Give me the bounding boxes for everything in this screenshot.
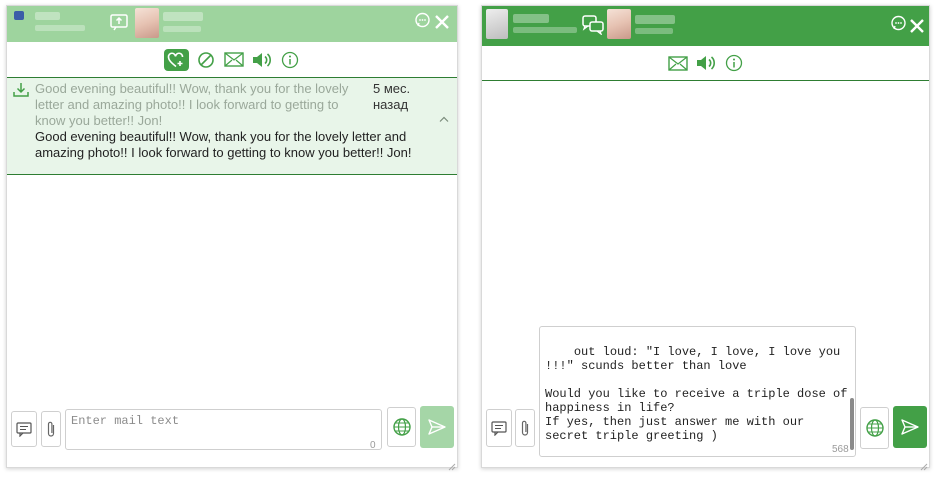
chat-window-left: Good evening beautiful!! Wow, thank you … xyxy=(6,5,458,471)
download-icon[interactable] xyxy=(12,81,30,103)
contact-status-blurred xyxy=(635,28,673,34)
comment-icon[interactable] xyxy=(890,15,907,37)
contact-name-blurred xyxy=(163,12,203,21)
mail-text-input[interactable]: Enter mail text xyxy=(65,409,382,450)
chat-window-right: out loud: "I love, I love, I love you !!… xyxy=(481,5,930,471)
mail-icon[interactable] xyxy=(223,49,245,71)
send-button[interactable] xyxy=(420,406,454,448)
message-item[interactable]: Good evening beautiful!! Wow, thank you … xyxy=(7,78,457,175)
resize-grip-icon[interactable] xyxy=(448,458,456,471)
sound-icon[interactable] xyxy=(695,52,717,74)
message-composer: Enter mail text 0 xyxy=(7,406,457,467)
close-icon[interactable] xyxy=(435,13,449,33)
attachment-icon[interactable] xyxy=(41,411,61,447)
close-icon[interactable] xyxy=(910,17,924,37)
mail-text-input[interactable]: out loud: "I love, I love, I love you !!… xyxy=(539,326,856,457)
chats-icon[interactable] xyxy=(582,15,604,40)
message-templates-icon[interactable] xyxy=(486,409,512,447)
upload-photo-icon[interactable] xyxy=(109,12,129,37)
block-icon[interactable] xyxy=(195,49,217,71)
info-icon[interactable] xyxy=(723,52,745,74)
chat-header xyxy=(7,6,457,42)
mail-icon[interactable] xyxy=(667,52,689,74)
heart-plus-icon[interactable] xyxy=(163,48,189,71)
textarea-scrollbar[interactable] xyxy=(850,398,854,450)
user-status-blurred xyxy=(35,25,85,31)
message-time: 5 мес. назад xyxy=(373,81,411,112)
user-avatar[interactable] xyxy=(486,9,508,39)
message-text: Good evening beautiful!! Wow, thank you … xyxy=(35,129,412,160)
contact-avatar[interactable] xyxy=(135,8,159,38)
mail-text-placeholder: Enter mail text xyxy=(71,414,180,428)
message-preview: Good evening beautiful!! Wow, thank you … xyxy=(35,81,349,128)
user-status-blurred xyxy=(513,27,577,33)
user-name-blurred xyxy=(35,12,60,20)
contact-status-blurred xyxy=(163,26,201,32)
send-button[interactable] xyxy=(893,406,927,448)
sound-icon[interactable] xyxy=(251,49,273,71)
user-name-blurred xyxy=(513,14,549,23)
chat-toolbar xyxy=(482,46,929,81)
user-avatar[interactable] xyxy=(14,11,24,20)
message-templates-icon[interactable] xyxy=(11,411,37,447)
info-icon[interactable] xyxy=(279,49,301,71)
char-counter: 0 xyxy=(370,440,376,451)
comment-icon[interactable] xyxy=(414,12,431,34)
contact-avatar[interactable] xyxy=(607,9,631,39)
chat-toolbar xyxy=(7,42,457,78)
globe-icon[interactable] xyxy=(387,407,416,447)
globe-icon[interactable] xyxy=(860,407,889,449)
chat-header xyxy=(482,6,929,46)
chevron-up-icon[interactable] xyxy=(439,111,449,127)
attachment-icon[interactable] xyxy=(515,409,535,447)
contact-name-blurred xyxy=(635,15,675,24)
char-counter: 568 xyxy=(832,444,849,455)
mail-text-content: out loud: "I love, I love, I love you !!… xyxy=(545,345,848,443)
resize-grip-icon[interactable] xyxy=(920,458,928,471)
